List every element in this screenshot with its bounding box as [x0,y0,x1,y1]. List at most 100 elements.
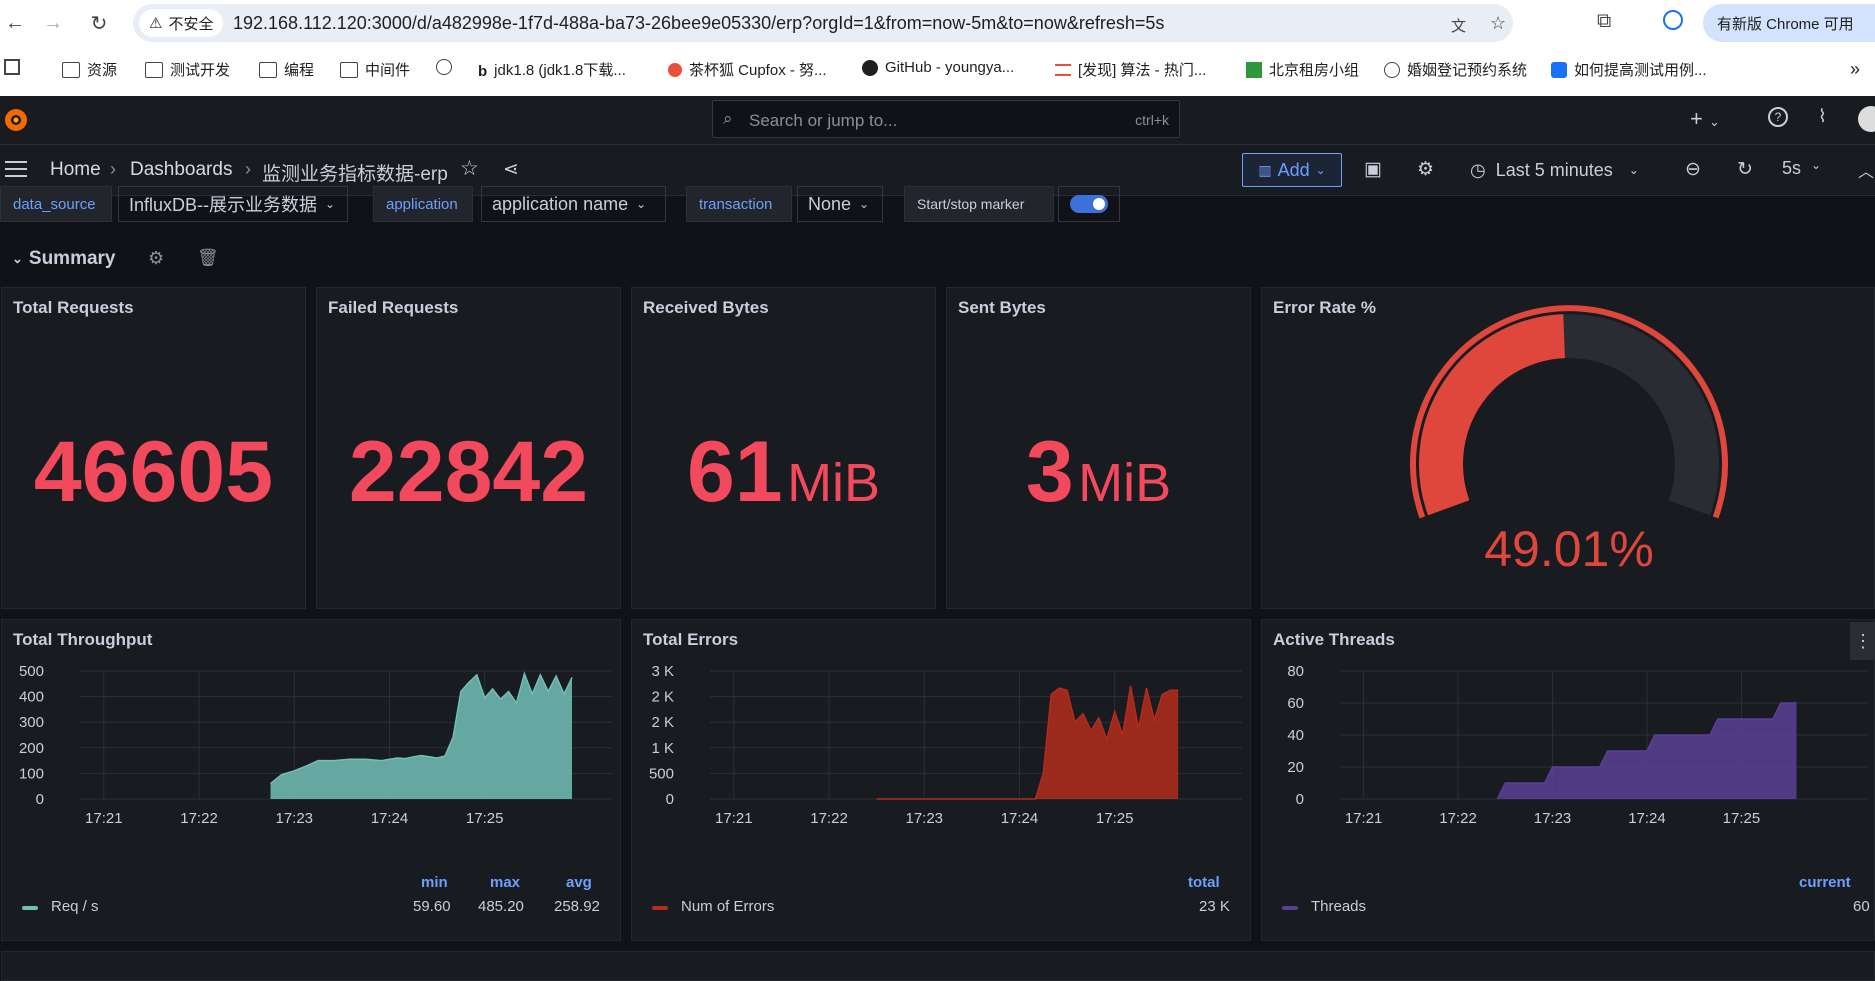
bookmark-folder[interactable]: 中间件 [340,59,410,80]
throughput-chart: 500 400 300 200 100 0 17:21 17:22 17:23 17:24 17:2… [19,663,612,827]
breadcrumb-home[interactable]: Home [50,159,101,181]
forward-arrow-icon[interactable]: → [38,8,68,38]
panel-active-threads[interactable]: Active Threads ⋮ 80 60 40 20 0 17:21 17:22 17:2… [1261,619,1875,941]
legend-col-total[interactable]: total [1188,874,1220,891]
gear-icon[interactable]: ⚙ [148,248,164,269]
apps-grid-icon[interactable] [4,59,20,75]
chevron-down-icon: ⌄ [636,197,647,211]
github-icon [862,59,878,76]
bookmark-folder[interactable]: 资源 [62,59,117,80]
zoom-out-icon[interactable]: ⊖ [1685,158,1701,181]
stat-unit: MiB [787,453,881,513]
variable-label-data-source: data_source [0,186,112,222]
errors-series-area [876,685,1179,799]
refresh-icon[interactable]: ↻ [1737,158,1753,181]
data-source-select[interactable]: InfluxDB--展示业务数据 ⌄ [118,186,348,222]
x-tick-label: 17:22 [810,810,848,827]
panel-error-rate[interactable]: Error Rate % 49.01% [1261,287,1875,609]
search-input[interactable]: ⌕ Search or jump to... ctrl+k [712,100,1180,138]
bookmark-folder[interactable]: 编程 [259,59,314,80]
star-icon[interactable]: ☆ [460,156,479,181]
avatar[interactable] [1858,106,1875,132]
panel-received-bytes[interactable]: Received Bytes 61 MiB [631,287,936,609]
stat-value: 22842 [348,424,589,520]
x-tick-label: 17:25 [1723,810,1761,827]
chevron-up-icon[interactable]: ︿ [1858,158,1874,182]
panel-failed-requests[interactable]: Failed Requests 22842 [316,287,621,609]
refresh-interval-picker[interactable]: 5s ⌄ [1782,158,1821,179]
help-icon[interactable]: ? [1768,107,1788,127]
bookmark-link[interactable]: 婚姻登记预约系统 [1384,59,1527,80]
legend-series-name[interactable]: Num of Errors [681,898,774,915]
legend-series-name[interactable]: Req / s [51,898,99,915]
extensions-icon[interactable]: ⧉ [1597,10,1611,33]
url-text[interactable]: 192.168.112.120:3000/d/a482998e-1f7d-488… [233,13,1164,34]
insecure-label: 不安全 [168,15,214,33]
legend-avg-value: 258.92 [554,898,600,915]
folder-icon [62,61,80,78]
y-tick-label: 0 [1296,791,1304,808]
menu-icon[interactable] [5,161,27,177]
bookmark-link[interactable]: b jdk1.8 (jdk1.8下载... [478,59,626,80]
legend-current-value: 60 [1853,898,1870,915]
panel-total-errors[interactable]: Total Errors 3 K 2 K 2 K 1 K 500 0 17:21 17:22 1… [631,619,1251,941]
bookmark-link[interactable]: 北京租房小组 [1246,59,1359,80]
panel-menu-icon[interactable]: ⋮ [1850,622,1875,660]
legend-col-avg[interactable]: avg [566,874,592,891]
time-range-picker[interactable]: ◷ Last 5 minutes ⌄ [1470,153,1639,187]
legend-col-current[interactable]: current [1799,874,1851,891]
profile-icon[interactable] [1663,10,1683,30]
bookmark-link[interactable]: 茶杯狐 Cupfox - 努... [668,59,827,80]
breadcrumb-dashboards[interactable]: Dashboards [130,159,232,181]
row-summary-toggle[interactable]: ⌄ Summary [12,248,116,270]
search-shortcut: ctrl+k [1135,112,1169,128]
news-feed-icon[interactable]: ⌇ [1818,106,1827,127]
bookmark-link[interactable]: [发现] 算法 - 热门... [1055,59,1206,80]
save-icon[interactable]: ▣ [1364,158,1382,181]
y-tick-label: 0 [666,791,674,808]
translate-icon[interactable]: 文 [1451,15,1466,36]
insecure-badge[interactable]: ⚠ 不安全 [139,9,224,37]
trash-icon[interactable]: 🗑 [197,248,219,268]
chevron-down-icon: ⌄ [325,197,336,211]
marker-toggle[interactable] [1070,195,1108,213]
threads-chart: 80 60 40 20 0 17:21 17:22 17:23 17:24 17:25 [1287,663,1868,827]
panel-sent-bytes[interactable]: Sent Bytes 3 MiB [946,287,1251,609]
panel-total-requests[interactable]: Total Requests 46605 [1,287,306,609]
bookmark-folder[interactable]: 测试开发 [145,59,230,80]
legend-swatch [1282,906,1298,910]
address-bar[interactable]: ⚠ 不安全 192.168.112.120:3000/d/a482998e-1f… [133,4,1513,42]
y-tick-label: 400 [19,689,44,706]
chrome-update-button[interactable]: 有新版 Chrome 可用 [1703,4,1875,42]
back-arrow-icon[interactable]: ← [0,8,30,38]
grafana-topbar: ⌕ Search or jump to... ctrl+k + ⌄ ? ⌇ [0,96,1875,145]
y-tick-label: 500 [649,765,674,782]
bookmark-link[interactable]: GitHub - youngya... [862,59,1014,76]
grafana-logo-icon[interactable] [2,106,30,134]
share-icon[interactable]: ⋖ [503,158,519,181]
gear-icon[interactable]: ⚙ [1417,158,1434,181]
legend-series-name[interactable]: Threads [1311,898,1366,915]
stat-value: 61 [686,424,783,520]
globe-icon[interactable] [436,59,452,75]
legend-col-min[interactable]: min [421,874,448,891]
transaction-select[interactable]: None ⌄ [797,186,883,222]
panel-total-throughput[interactable]: Total Throughput 500 400 300 200 100 0 17:21 17… [1,619,621,941]
x-tick-label: 17:22 [1439,810,1477,827]
application-select[interactable]: application name ⌄ [481,186,666,222]
errors-chart: 3 K 2 K 2 K 1 K 500 0 17:21 17:22 17:23 17:24 17:2… [649,663,1242,827]
marker-toggle-wrapper [1058,186,1120,222]
add-button[interactable]: ▥ Add ⌄ [1242,153,1342,187]
more-bookmarks-icon[interactable]: » [1850,59,1860,80]
bookmark-link[interactable]: 如何提高测试用例... [1551,59,1707,80]
x-tick-label: 17:25 [466,810,504,827]
gauge-value-arc [1418,314,1566,516]
plus-icon[interactable]: + ⌄ [1690,106,1720,132]
search-placeholder: Search or jump to... [749,111,898,130]
legend-col-max[interactable]: max [490,874,520,891]
variable-label-application: application [373,186,473,222]
reload-icon[interactable]: ↻ [84,8,114,38]
star-bookmark-icon[interactable]: ☆ [1490,13,1506,34]
chevron-down-icon: ⌄ [1315,163,1326,177]
chevron-down-icon: ⌄ [12,251,23,266]
